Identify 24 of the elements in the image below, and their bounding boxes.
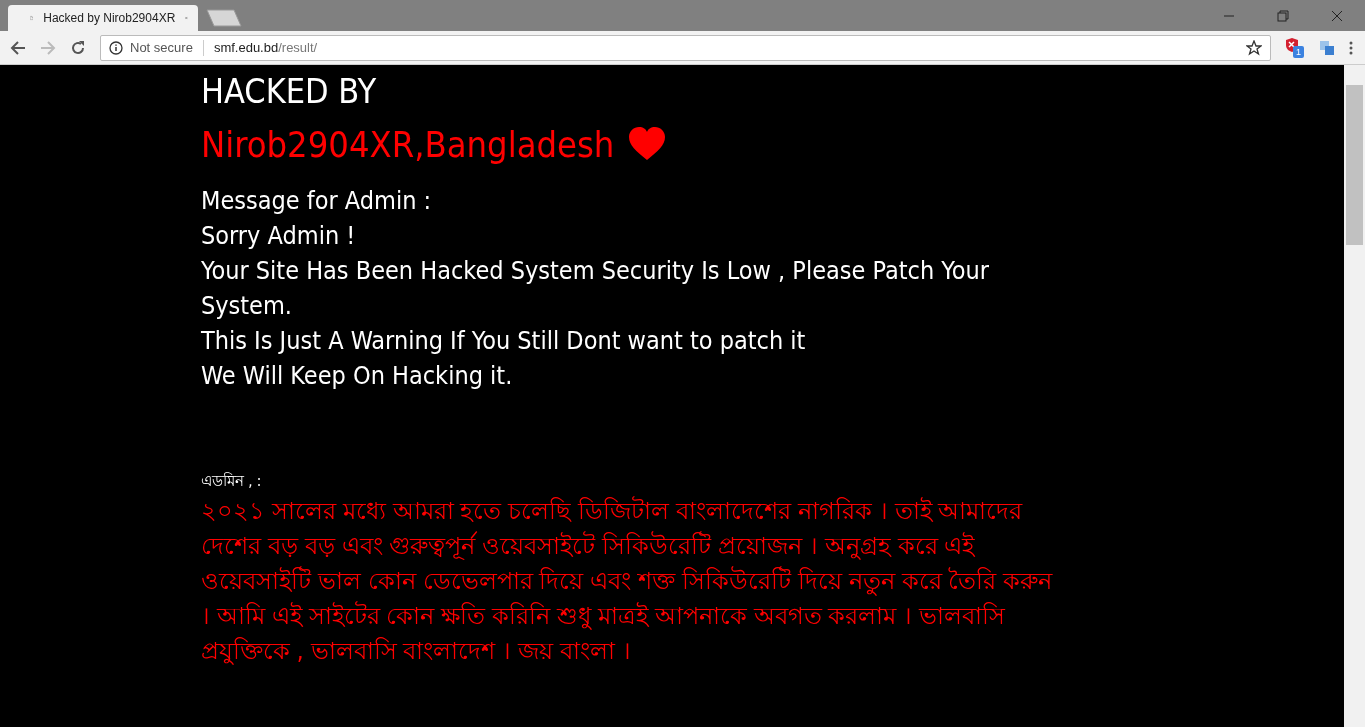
restore-icon[interactable]: [1277, 9, 1289, 22]
reload-icon[interactable]: [70, 39, 86, 56]
message-line: Your Site Has Been Hacked System Security Is Low , Please Patch Your System.: [201, 255, 990, 322]
address-bar[interactable]: Not secure smf.edu.bd/result/: [100, 34, 1271, 61]
star-icon[interactable]: [1246, 39, 1262, 56]
browser-tab[interactable]: Hacked by Nirob2904XR: [8, 5, 198, 31]
message-line: This Is Just A Warning If You Still Dont want to patch it: [201, 325, 807, 357]
message-line: Sorry Admin !: [201, 220, 357, 252]
security-label: Not secure: [130, 40, 193, 55]
extension-badge: 1: [1293, 45, 1304, 58]
back-icon[interactable]: [10, 39, 26, 56]
message-line: We Will Keep On Hacking it.: [201, 360, 514, 392]
translate-icon[interactable]: [1319, 39, 1335, 56]
message-line: Message for Admin :: [201, 185, 433, 217]
scrollbar[interactable]: [1344, 65, 1365, 727]
new-tab-button[interactable]: [206, 9, 242, 27]
info-icon: [109, 40, 123, 55]
hacker-name: Nirob2904XR,Bangladesh: [201, 123, 615, 165]
heart-icon: [628, 127, 667, 161]
page-heading: HACKED BY: [201, 70, 378, 113]
bangla-label: এডমিন , :: [201, 471, 263, 492]
menu-icon[interactable]: [1349, 40, 1353, 55]
url-text: smf.edu.bd/result/: [213, 40, 318, 55]
bangla-message: ২০২১ সালের মধ্যে আমরা হতে চলেছি ডিজিটাল বাংলাদেশের নাগরিক । তাই আমাদের দেশের বড় বড় এবং গুরুত্বপূর্ন ওয়েবসাইটে সিকিউরেটি প্রয়োজন । অনুগ্রহ করে এই ওয়েবসাইটি ভাল কোন ডেভেলপার দিয়ে এবং শক্ত সিকিউরেটি দিয়ে নতুন করে তৈরি করুন । আমি এই সাইটের কোন ক্ষতি করিনি শুধু মাত্রই আপনাকে অবগত করলাম । ভালবাসি প্রযুক্তিকে , ভালবাসি বাংলাদেশ । জয় বাংলা ।: [201, 495, 1054, 667]
